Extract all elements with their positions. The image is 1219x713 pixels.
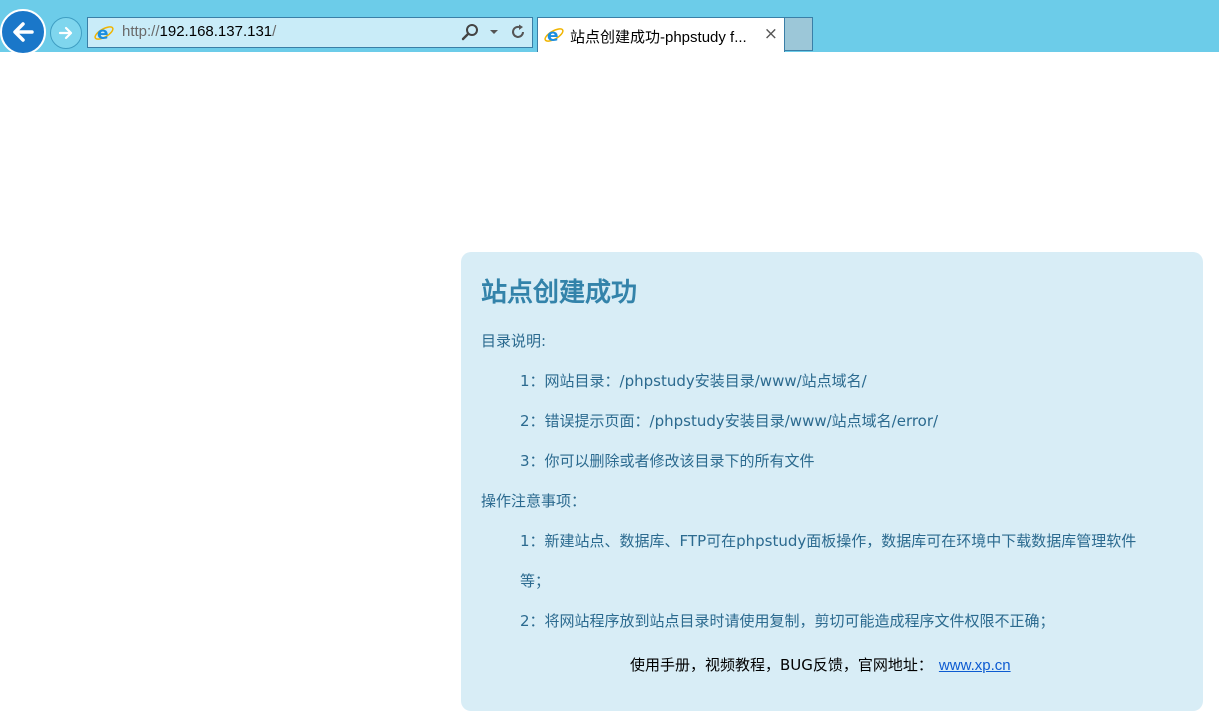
note-item: 2：将网站程序放到站点目录时请使用复制，剪切可能造成程序文件权限不正确； [520, 612, 1055, 630]
footer-text: 使用手册，视频教程，BUG反馈，官网地址： [630, 656, 933, 674]
note-item: 1：新建站点、数据库、FTP可在phpstudy面板操作，数据库可在环境中下载数… [520, 532, 1137, 550]
site-created-panel: 站点创建成功 目录说明: 1：网站目录：/phpstudy安装目录/www/站点… [461, 252, 1203, 711]
url-suffix: / [272, 23, 277, 40]
browser-toolbar: e http://192.168.137.131/ e 站点创建成功-phpst… [0, 0, 1219, 55]
ie-logo-icon: e [544, 26, 564, 46]
refresh-icon [512, 24, 524, 38]
footer-links: 使用手册，视频教程，BUG反馈，官网地址： www.xp.cn [630, 654, 1011, 675]
dir-item: 3：你可以删除或者修改该目录下的所有文件 [520, 452, 815, 470]
url-protocol: http:// [122, 23, 160, 40]
url-host: 192.168.137.131 [159, 23, 273, 40]
dropdown-icon [490, 30, 498, 34]
note-item-continued: 等； [520, 572, 551, 590]
url-text[interactable]: http://192.168.137.131/ [122, 23, 276, 40]
svg-text:e: e [97, 24, 109, 44]
dropdown-button[interactable] [484, 22, 504, 42]
official-site-link[interactable]: www.xp.cn [939, 657, 1011, 674]
search-button[interactable] [460, 22, 480, 42]
back-arrow-icon [13, 22, 34, 42]
close-icon[interactable]: × [764, 24, 778, 44]
notes-heading: 操作注意事项： [481, 492, 587, 510]
tab-active[interactable]: e 站点创建成功-phpstudy f... × [537, 17, 785, 52]
refresh-button[interactable] [508, 22, 528, 42]
dir-item: 1：网站目录：/phpstudy安装目录/www/站点域名/ [520, 372, 867, 390]
tab-title: 站点创建成功-phpstudy f... [570, 29, 747, 46]
address-bar[interactable]: e http://192.168.137.131/ [87, 17, 533, 48]
svg-text:e: e [547, 26, 559, 46]
forward-arrow-icon [58, 26, 73, 40]
back-button[interactable] [0, 9, 46, 55]
forward-button[interactable] [50, 17, 82, 49]
ie-logo-icon: e [94, 24, 114, 44]
dir-item: 2：错误提示页面：/phpstudy安装目录/www/站点域名/error/ [520, 412, 939, 430]
dir-heading: 目录说明: [481, 332, 547, 350]
new-tab-button[interactable] [785, 17, 813, 51]
search-icon [461, 24, 478, 41]
page-title: 站点创建成功 [481, 278, 638, 308]
